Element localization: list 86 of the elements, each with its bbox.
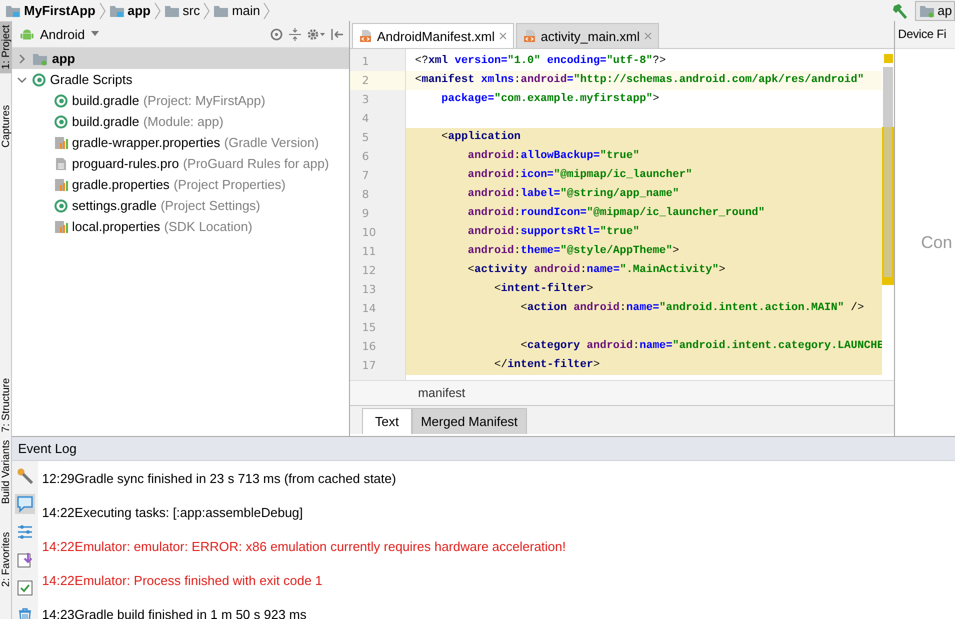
log-entry: 12:29Gradle sync finished in 23 s 713 ms (from cached state) <box>42 470 398 488</box>
log-entry: 14:22Executing tasks: [:app:assembleDebug] <box>42 504 304 522</box>
code-line: package="com.example.myfirstapp"> <box>440 92 660 107</box>
line-number: 10 <box>361 225 377 241</box>
tool-window-tab[interactable]: Captures <box>0 101 12 152</box>
module-folder-icon <box>32 52 48 66</box>
locate-icon <box>270 28 283 40</box>
tree-row[interactable]: proguard-rules.pro (ProGuard Rules for app) <box>12 153 349 174</box>
line-number: 6 <box>361 149 370 165</box>
folder-icon <box>164 4 180 18</box>
module-folder-icon <box>108 4 124 18</box>
editor-mode-tab[interactable]: Text <box>362 408 412 434</box>
folder-icon <box>212 4 229 18</box>
view-selector[interactable]: Android <box>20 26 99 42</box>
tool-window-tab[interactable]: Build Variants <box>0 436 12 508</box>
tree-row[interactable]: build.gradle (Module: app) <box>12 111 349 132</box>
module-folder-icon <box>918 4 935 18</box>
collapse-icon <box>289 28 301 40</box>
settings-list-icon[interactable] <box>15 522 35 542</box>
properties-file-icon <box>54 178 68 192</box>
breadcrumb-item[interactable]: app <box>106 0 154 21</box>
tree-row[interactable]: app <box>12 48 349 69</box>
line-number: 16 <box>361 339 377 355</box>
hide-panel-icon <box>331 28 343 40</box>
tool-window-tab[interactable]: 1: Project <box>0 21 12 74</box>
breadcrumb-item[interactable]: MyFirstApp <box>2 0 98 21</box>
line-number: 14 <box>361 301 377 317</box>
caret-icon <box>90 31 99 37</box>
checkbox-icon[interactable] <box>15 578 35 598</box>
line-number: 11 <box>361 244 377 260</box>
gradle-icon <box>54 198 68 212</box>
settings-icon <box>307 28 325 40</box>
tree-row[interactable]: gradle-wrapper.properties (Gradle Version) <box>12 132 349 153</box>
tree-row[interactable]: gradle.properties (Project Properties) <box>12 174 349 195</box>
panel-title: Device Fi <box>895 21 955 49</box>
log-entry: 14:23Gradle build finished in 1 m 50 s 923 ms <box>42 606 308 619</box>
line-number: 1 <box>361 54 370 70</box>
gradle-icon <box>32 72 46 86</box>
panel-title: Event Log <box>12 437 955 461</box>
line-number: 3 <box>361 92 370 108</box>
line-number: 4 <box>361 111 370 127</box>
tree-row[interactable]: settings.gradle (Project Settings) <box>12 195 349 216</box>
line-number: 2 <box>350 71 405 90</box>
line-number: 13 <box>361 282 377 298</box>
line-number: 15 <box>361 320 377 336</box>
breadcrumb-item[interactable]: src <box>160 0 203 21</box>
tree-row[interactable]: build.gradle (Project: MyFirstApp) <box>12 90 349 111</box>
breadcrumb-item[interactable]: main <box>210 0 264 21</box>
log-entry: 14:22Emulator: emulator: ERROR: x86 emulation currently requires hardware acceleration! <box>42 538 567 556</box>
gradle-icon <box>54 94 68 108</box>
xml-file-icon <box>359 29 373 43</box>
android-icon <box>20 27 34 41</box>
tree-row[interactable]: Gradle Scripts <box>12 69 349 90</box>
text-file-icon <box>54 156 68 170</box>
hammer-icon <box>890 2 909 20</box>
close-icon <box>498 32 507 40</box>
properties-file-icon <box>54 220 68 234</box>
module-folder-icon <box>5 4 21 18</box>
panel-message: Con <box>921 232 952 252</box>
code-line: <?xml version="1.0" encoding="utf-8"?> <box>414 54 667 69</box>
chevron-icon <box>263 0 270 20</box>
line-number: 17 <box>361 358 377 374</box>
chat-bubble-icon[interactable] <box>15 494 35 514</box>
tree-row[interactable]: local.properties (SDK Location) <box>12 216 349 237</box>
line-number: 12 <box>361 263 377 279</box>
line-number: 8 <box>361 187 370 203</box>
chevron-icon <box>154 0 161 20</box>
chevron-icon <box>202 0 210 20</box>
log-entry: 14:22Emulator: Process finished with exit code 1 <box>42 572 324 590</box>
gradle-icon <box>54 114 68 128</box>
tool-window-tab[interactable]: 7: Structure <box>0 374 12 436</box>
chevron-icon <box>98 0 106 20</box>
import-icon[interactable] <box>15 550 35 570</box>
line-number: 7 <box>361 168 370 184</box>
editor-mode-tab[interactable]: Merged Manifest <box>412 408 527 434</box>
editor-tab[interactable]: activity_main.xml <box>516 23 659 48</box>
xml-file-icon <box>522 29 537 43</box>
line-number: 5 <box>361 130 370 146</box>
tool-window-tab[interactable]: 2: Favorites <box>0 528 12 591</box>
editor-tab[interactable]: AndroidManifest.xml <box>352 23 514 48</box>
status-indicator-icon <box>884 54 892 63</box>
line-number: 9 <box>361 206 370 222</box>
run-config-button[interactable]: ap <box>914 0 955 20</box>
breadcrumb-path[interactable]: manifest <box>350 380 894 405</box>
close-icon <box>644 32 652 40</box>
properties-file-icon <box>54 136 68 150</box>
